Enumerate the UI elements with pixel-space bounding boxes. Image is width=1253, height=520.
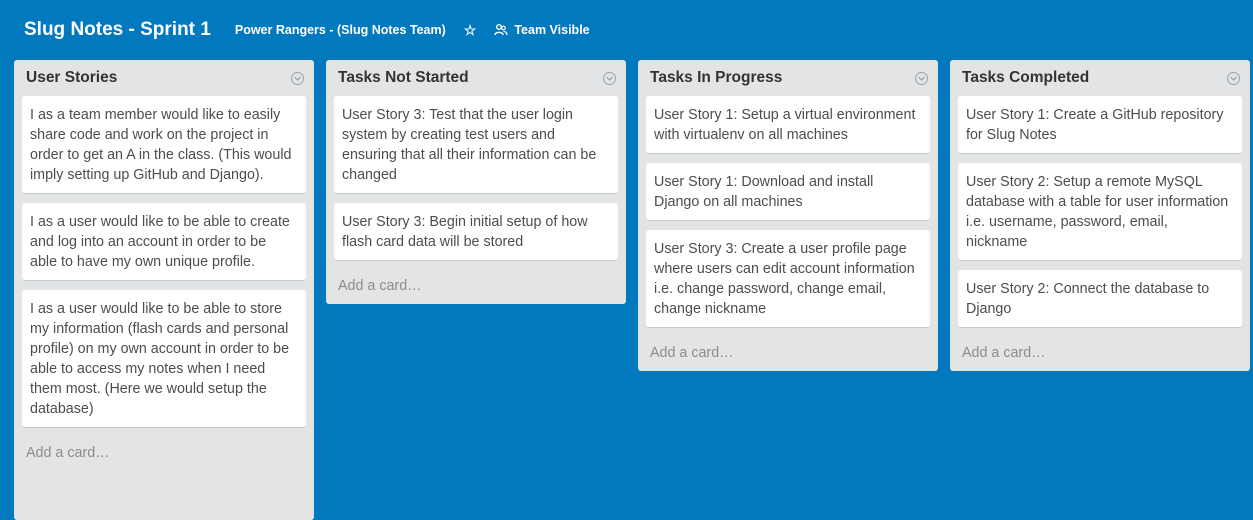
list-header: Tasks Not Started (334, 60, 618, 96)
card[interactable]: User Story 1: Create a GitHub repository… (958, 96, 1242, 154)
card[interactable]: I as a user would like to be able to cre… (22, 203, 306, 281)
add-card-button[interactable]: Add a card… (22, 437, 306, 471)
team-icon (494, 23, 508, 37)
board-header-actions: Power Rangers - (Slug Notes Team) ☆ Team… (229, 19, 596, 41)
list-title[interactable]: User Stories (26, 69, 117, 87)
list-header: Tasks In Progress (646, 60, 930, 96)
list-header: Tasks Completed (958, 60, 1242, 96)
card[interactable]: User Story 1: Download and install Djang… (646, 163, 930, 221)
add-card-button[interactable]: Add a card… (646, 337, 930, 371)
list-tasks-not-started: Tasks Not Started User Story 3: Test tha… (326, 60, 626, 304)
list-menu-chevron-icon[interactable] (1227, 72, 1240, 85)
team-button[interactable]: Power Rangers - (Slug Notes Team) (229, 19, 452, 41)
list-menu-chevron-icon[interactable] (291, 72, 304, 85)
card[interactable]: User Story 3: Create a user profile page… (646, 230, 930, 328)
board-header: Slug Notes - Sprint 1 Power Rangers - (S… (0, 0, 1253, 60)
card[interactable]: I as a team member would like to easily … (22, 96, 306, 194)
list-menu-chevron-icon[interactable] (603, 72, 616, 85)
add-card-button[interactable]: Add a card… (334, 270, 618, 304)
card[interactable]: User Story 2: Connect the database to Dj… (958, 270, 1242, 328)
add-card-button[interactable]: Add a card… (958, 337, 1242, 371)
card[interactable]: User Story 1: Setup a virtual environmen… (646, 96, 930, 154)
list-user-stories: User Stories I as a team member would li… (14, 60, 314, 520)
board-lists: User Stories I as a team member would li… (14, 60, 1253, 512)
visibility-label: Team Visible (514, 23, 589, 37)
list-header: User Stories (22, 60, 306, 96)
list-title[interactable]: Tasks Completed (962, 69, 1089, 87)
list-title[interactable]: Tasks In Progress (650, 69, 782, 87)
list-menu-chevron-icon[interactable] (915, 72, 928, 85)
card[interactable]: I as a user would like to be able to sto… (22, 290, 306, 428)
star-button[interactable]: ☆ (458, 19, 483, 41)
list-title[interactable]: Tasks Not Started (338, 69, 469, 87)
list-tasks-completed: Tasks Completed User Story 1: Create a G… (950, 60, 1250, 371)
visibility-button[interactable]: Team Visible (488, 19, 595, 41)
list-tasks-in-progress: Tasks In Progress User Story 1: Setup a … (638, 60, 938, 371)
star-icon: ☆ (464, 23, 477, 37)
card[interactable]: User Story 3: Begin initial setup of how… (334, 203, 618, 261)
board-title[interactable]: Slug Notes - Sprint 1 (20, 16, 215, 44)
card[interactable]: User Story 3: Test that the user login s… (334, 96, 618, 194)
card[interactable]: User Story 2: Setup a remote MySQL datab… (958, 163, 1242, 261)
